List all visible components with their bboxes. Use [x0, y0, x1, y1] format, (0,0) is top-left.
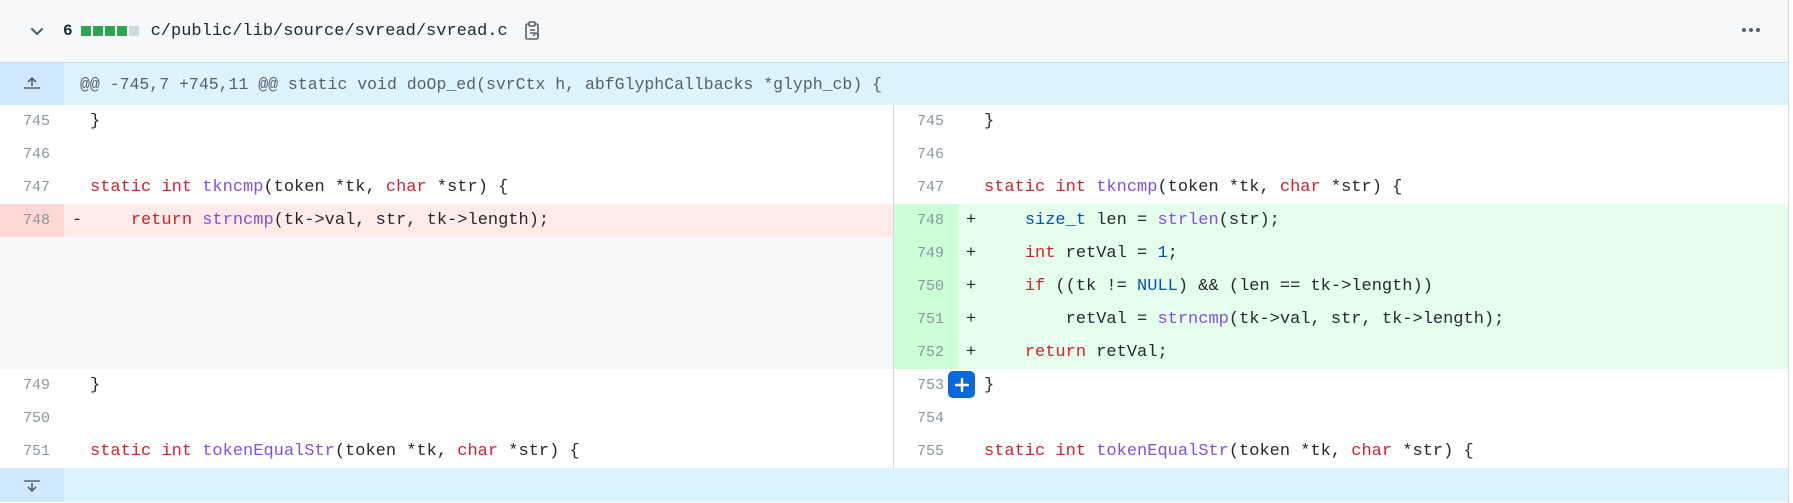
- diff-file: 6 c/public/lib/source/svread/svread.c @@…: [0, 0, 1789, 503]
- right-side-added: 752 + return retVal;: [893, 336, 1788, 369]
- left-line-number[interactable]: 747: [0, 171, 64, 204]
- diff-row: 751 static int tokenEqualStr(token *tk, …: [0, 435, 1788, 468]
- right-code: [958, 402, 1788, 435]
- right-side: 755 static int tokenEqualStr(token *tk, …: [893, 435, 1788, 468]
- left-code: }: [90, 376, 101, 395]
- diff-row: 749 } 753 }: [0, 369, 1788, 402]
- right-code: + int retVal = 1;: [965, 244, 1178, 263]
- right-side: 746: [893, 138, 1788, 171]
- left-code-empty: [64, 303, 893, 336]
- left-code-empty: [64, 237, 893, 270]
- left-code: [64, 138, 893, 171]
- right-side-added: 751 + retVal = strncmp(tk->val, str, tk-…: [893, 303, 1788, 336]
- right-side: 753 }: [893, 369, 1788, 402]
- expand-down-icon[interactable]: [0, 468, 64, 502]
- right-line-number[interactable]: 746: [894, 138, 958, 171]
- left-side-empty: [0, 270, 893, 303]
- left-line-number-empty: [0, 303, 64, 336]
- right-code: }: [984, 376, 995, 395]
- diffstat-block: [128, 26, 139, 36]
- left-side-empty: [0, 303, 893, 336]
- left-line-number[interactable]: 751: [0, 435, 64, 468]
- expand-up-icon[interactable]: [0, 63, 64, 105]
- copy-path-icon[interactable]: [522, 19, 544, 43]
- left-code-empty: [64, 270, 893, 303]
- right-side-added: 750 + if ((tk != NULL) && (len == tk->le…: [893, 270, 1788, 303]
- diffstat-block: [92, 26, 103, 36]
- right-code: + if ((tk != NULL) && (len == tk->length…: [965, 277, 1433, 296]
- diff-row: 750 754: [0, 402, 1788, 435]
- left-side: 749 }: [0, 369, 893, 402]
- right-side-added: 749 + int retVal = 1;: [893, 237, 1788, 270]
- right-code: }: [984, 112, 995, 131]
- left-side-deleted: 748 - return strncmp(tk->val, str, tk->l…: [0, 204, 893, 237]
- left-line-number-empty: [0, 270, 64, 303]
- left-code: }: [90, 112, 101, 131]
- left-code: static int tokenEqualStr(token *tk, char…: [90, 442, 580, 461]
- changes-count: 6: [63, 22, 73, 40]
- right-code: static int tokenEqualStr(token *tk, char…: [984, 442, 1474, 461]
- diff-row: 750 + if ((tk != NULL) && (len == tk->le…: [0, 270, 1788, 303]
- left-side-empty: [0, 237, 893, 270]
- left-side: 750: [0, 402, 893, 435]
- diff-row: 748 - return strncmp(tk->val, str, tk->l…: [0, 204, 1788, 237]
- diff-rows: 745 } 745 } 746 746 747 static int tkncm…: [0, 105, 1788, 468]
- file-path[interactable]: c/public/lib/source/svread/svread.c: [151, 22, 508, 41]
- diffstat-block: [104, 26, 115, 36]
- more-options-icon[interactable]: [1740, 20, 1762, 40]
- left-code: - return strncmp(tk->val, str, tk->lengt…: [71, 211, 550, 230]
- left-line-number[interactable]: 749: [0, 369, 64, 402]
- right-code: static int tkncmp(token *tk, char *str) …: [984, 178, 1403, 197]
- right-line-number[interactable]: 752: [894, 336, 958, 369]
- left-side-empty: [0, 336, 893, 369]
- hunk-header-text: @@ -745,7 +745,11 @@ static void doOp_ed…: [80, 74, 883, 94]
- hunk-header: @@ -745,7 +745,11 @@ static void doOp_ed…: [0, 63, 1788, 105]
- right-line-number[interactable]: 754: [894, 402, 958, 435]
- right-line-number[interactable]: 748: [894, 204, 958, 237]
- collapse-chevron-icon[interactable]: [27, 21, 47, 41]
- left-side: 745 }: [0, 105, 893, 138]
- left-line-number[interactable]: 750: [0, 402, 64, 435]
- left-code: [64, 402, 893, 435]
- diff-row: 745 } 745 }: [0, 105, 1788, 138]
- diff-row: 746 746: [0, 138, 1788, 171]
- right-line-number[interactable]: 749: [894, 237, 958, 270]
- right-line-number[interactable]: 750: [894, 270, 958, 303]
- right-side: 747 static int tkncmp(token *tk, char *s…: [893, 171, 1788, 204]
- right-side: 754: [893, 402, 1788, 435]
- diff-row: 747 static int tkncmp(token *tk, char *s…: [0, 171, 1788, 204]
- right-code: + retVal = strncmp(tk->val, str, tk->len…: [965, 310, 1505, 329]
- file-header: 6 c/public/lib/source/svread/svread.c: [0, 0, 1788, 63]
- left-line-number[interactable]: 745: [0, 105, 64, 138]
- diffstat-block: [116, 26, 127, 36]
- left-side: 747 static int tkncmp(token *tk, char *s…: [0, 171, 893, 204]
- left-line-number-empty: [0, 336, 64, 369]
- right-side: 745 }: [893, 105, 1788, 138]
- left-code: static int tkncmp(token *tk, char *str) …: [90, 178, 509, 197]
- right-line-number[interactable]: 747: [894, 171, 958, 204]
- right-side-added: 748 + size_t len = strlen(str);: [893, 204, 1788, 237]
- left-line-number[interactable]: 746: [0, 138, 64, 171]
- left-line-number[interactable]: 748: [0, 204, 64, 237]
- expand-bottom-row: [0, 468, 1788, 502]
- diff-row: 752 + return retVal;: [0, 336, 1788, 369]
- right-code: [958, 138, 1788, 171]
- left-line-number-empty: [0, 237, 64, 270]
- diff-row: 749 + int retVal = 1;: [0, 237, 1788, 270]
- left-code-empty: [64, 336, 893, 369]
- diffstat-block: [80, 26, 91, 36]
- diffstat: [80, 26, 139, 36]
- left-side: 746: [0, 138, 893, 171]
- right-line-number[interactable]: 751: [894, 303, 958, 336]
- right-line-number[interactable]: 745: [894, 105, 958, 138]
- diff-row: 751 + retVal = strncmp(tk->val, str, tk-…: [0, 303, 1788, 336]
- right-code: + return retVal;: [965, 343, 1168, 362]
- right-line-number[interactable]: 755: [894, 435, 958, 468]
- left-side: 751 static int tokenEqualStr(token *tk, …: [0, 435, 893, 468]
- right-code: + size_t len = strlen(str);: [965, 211, 1280, 230]
